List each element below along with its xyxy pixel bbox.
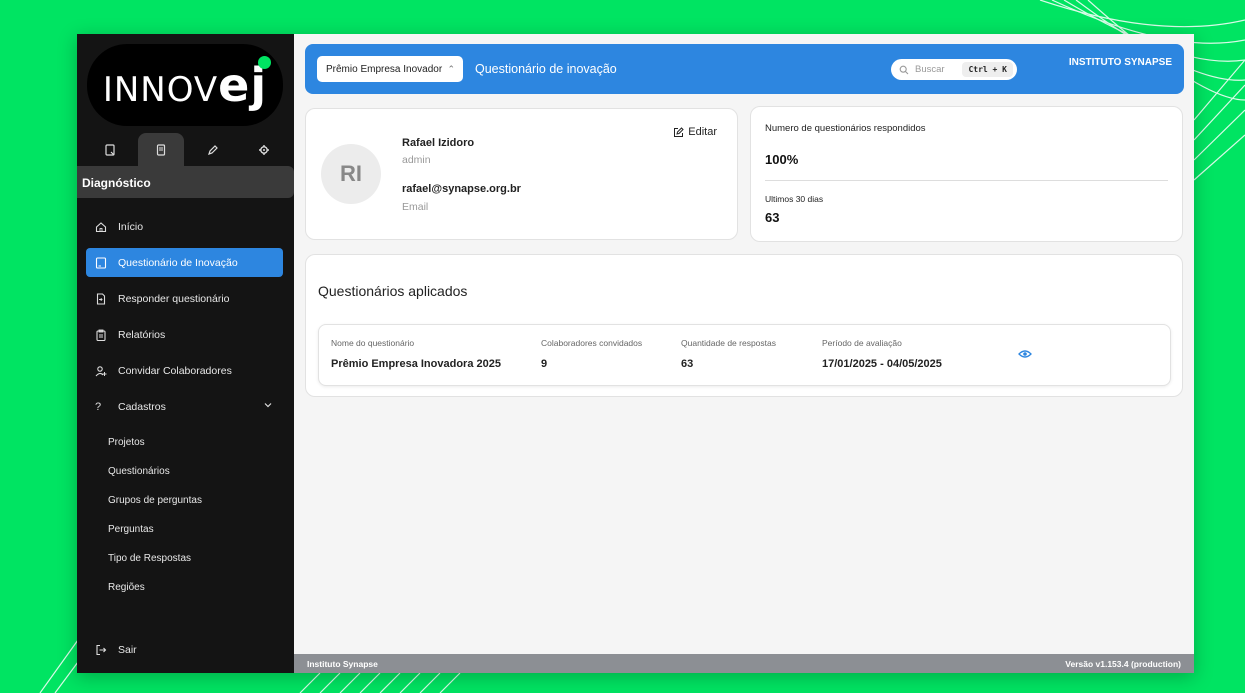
surveys-card: Questionários aplicados Nome do question…: [305, 254, 1183, 397]
sidebar-item-relatorios[interactable]: Relatórios: [86, 320, 283, 349]
clipboard-icon: [96, 329, 106, 341]
sidebar-item-label: Responder questionário: [118, 292, 230, 305]
tablet-icon: [105, 144, 115, 156]
col-header: Colaboradores convidados: [541, 338, 643, 348]
section-header: Diagnóstico: [77, 166, 294, 198]
col-responses: Quantidade de respostas 63: [681, 338, 776, 370]
edit-profile-button[interactable]: Editar: [673, 126, 717, 138]
search-placeholder: Buscar: [915, 64, 945, 75]
top-bar: Prêmio Empresa Inovador ⌃ Questionário d…: [305, 44, 1184, 94]
avatar: RI: [321, 144, 381, 204]
col-header: Nome do questionário: [331, 338, 415, 348]
logout-icon: [96, 644, 107, 656]
sidebar-item-label: Início: [118, 220, 144, 233]
home-icon: [95, 221, 107, 232]
survey-name: Prêmio Empresa Inovadora 2025: [331, 358, 501, 370]
sidebar-item-inicio[interactable]: Início: [86, 212, 283, 241]
brand-logo: INNOVej: [87, 44, 283, 126]
sidebar-item-questionario-inovacao[interactable]: Questionário de Inovação: [86, 248, 283, 277]
stats-card: Numero de questionários respondidos 100%…: [750, 106, 1183, 242]
sidebar-item-label: Relatórios: [118, 328, 166, 341]
sidebar-subitem-questionarios[interactable]: Questionários: [108, 461, 202, 490]
sidebar-subitem-grupos[interactable]: Grupos de perguntas: [108, 490, 202, 519]
select-chevron-icon: ⌃: [447, 63, 455, 74]
profile-name: Rafael Izidoro: [402, 137, 475, 149]
file-arrow-icon: [96, 292, 106, 305]
document-icon: [157, 144, 166, 156]
footer-version: Versão v1.153.4 (production): [1065, 658, 1181, 669]
col-invited: Colaboradores convidados 9: [541, 338, 642, 370]
logout-button[interactable]: Sair: [95, 644, 137, 656]
search-icon: [899, 65, 909, 74]
tab-pen[interactable]: [190, 133, 236, 167]
table-row: Nome do questionário Prêmio Empresa Inov…: [318, 324, 1171, 386]
pen-icon: [207, 145, 218, 155]
answered-value: 100%: [765, 152, 799, 167]
cadastros-subnav: Projetos Questionários Grupos de pergunt…: [108, 432, 202, 606]
logo-text: INNOV: [102, 70, 219, 110]
logo-dot: [258, 56, 271, 69]
gear-icon: [258, 145, 269, 155]
footer: Instituto Synapse Versão v1.153.4 (produ…: [294, 654, 1194, 673]
survey-invited: 9: [541, 358, 548, 370]
sidebar-item-label: Convidar Colaboradores: [118, 364, 232, 377]
eye-icon: [1018, 350, 1032, 358]
last30-value: 63: [765, 210, 780, 225]
tablet-icon: [95, 256, 107, 269]
edit-icon: [674, 126, 684, 137]
org-name: INSTITUTO SYNAPSE: [1068, 57, 1172, 68]
col-period: Período de avaliação 17/01/2025 - 04/05/…: [822, 338, 942, 370]
sidebar-item-responder[interactable]: Responder questionário: [86, 284, 283, 313]
app-window: INNOVej Diagnóstico Início Questionário …: [77, 34, 1194, 673]
profile-role: admin: [402, 154, 431, 166]
tab-document[interactable]: [138, 133, 185, 167]
sidebar-icon-tabs: [87, 133, 287, 167]
profile-card: RI Rafael Izidoro admin rafael@synapse.o…: [305, 108, 738, 240]
col-name: Nome do questionário Prêmio Empresa Inov…: [331, 338, 501, 370]
profile-email-label: Email: [402, 201, 429, 213]
search-input[interactable]: Buscar Ctrl + K: [891, 59, 1017, 80]
page-title: Questionário de inovação: [475, 62, 617, 76]
logout-label: Sair: [118, 644, 137, 656]
sidebar-item-convidar[interactable]: Convidar Colaboradores: [86, 356, 283, 385]
sidebar: INNOVej Diagnóstico Início Questionário …: [77, 34, 294, 673]
sidebar-subitem-regioes[interactable]: Regiões: [108, 577, 202, 606]
tab-tablet[interactable]: [87, 133, 133, 167]
question-icon: ?: [95, 400, 102, 413]
sidebar-nav: Início Questionário de Inovação Responde…: [86, 212, 283, 428]
last30-label: Ultimos 30 dias: [765, 194, 824, 204]
survey-period: 17/01/2025 - 04/05/2025: [822, 358, 942, 370]
profile-email: rafael@synapse.org.br: [402, 183, 521, 195]
chevron-down-icon: [264, 403, 272, 408]
edit-label: Editar: [688, 126, 717, 138]
project-select[interactable]: Prêmio Empresa Inovador ⌃: [317, 56, 463, 82]
view-survey-button[interactable]: [1018, 346, 1032, 364]
sidebar-subitem-perguntas[interactable]: Perguntas: [108, 519, 202, 548]
col-header: Quantidade de respostas: [681, 338, 776, 348]
survey-responses: 63: [681, 358, 694, 370]
user-add-icon: [95, 365, 107, 376]
answered-label: Numero de questionários respondidos: [765, 123, 926, 134]
footer-org: Instituto Synapse: [307, 658, 378, 669]
surveys-title: Questionários aplicados: [318, 283, 468, 299]
main-content: Prêmio Empresa Inovador ⌃ Questionário d…: [294, 34, 1194, 673]
sidebar-subitem-projetos[interactable]: Projetos: [108, 432, 202, 461]
sidebar-subitem-tipo-respostas[interactable]: Tipo de Respostas: [108, 548, 202, 577]
sidebar-item-label: Cadastros: [118, 400, 166, 413]
sidebar-item-label: Questionário de Inovação: [118, 256, 238, 269]
tab-gear[interactable]: [241, 133, 287, 167]
stats-divider: [765, 180, 1168, 181]
project-select-value: Prêmio Empresa Inovador: [326, 63, 443, 75]
col-header: Período de avaliação: [822, 338, 902, 348]
sidebar-item-cadastros[interactable]: ? Cadastros: [86, 392, 283, 421]
search-shortcut: Ctrl + K: [962, 62, 1013, 77]
